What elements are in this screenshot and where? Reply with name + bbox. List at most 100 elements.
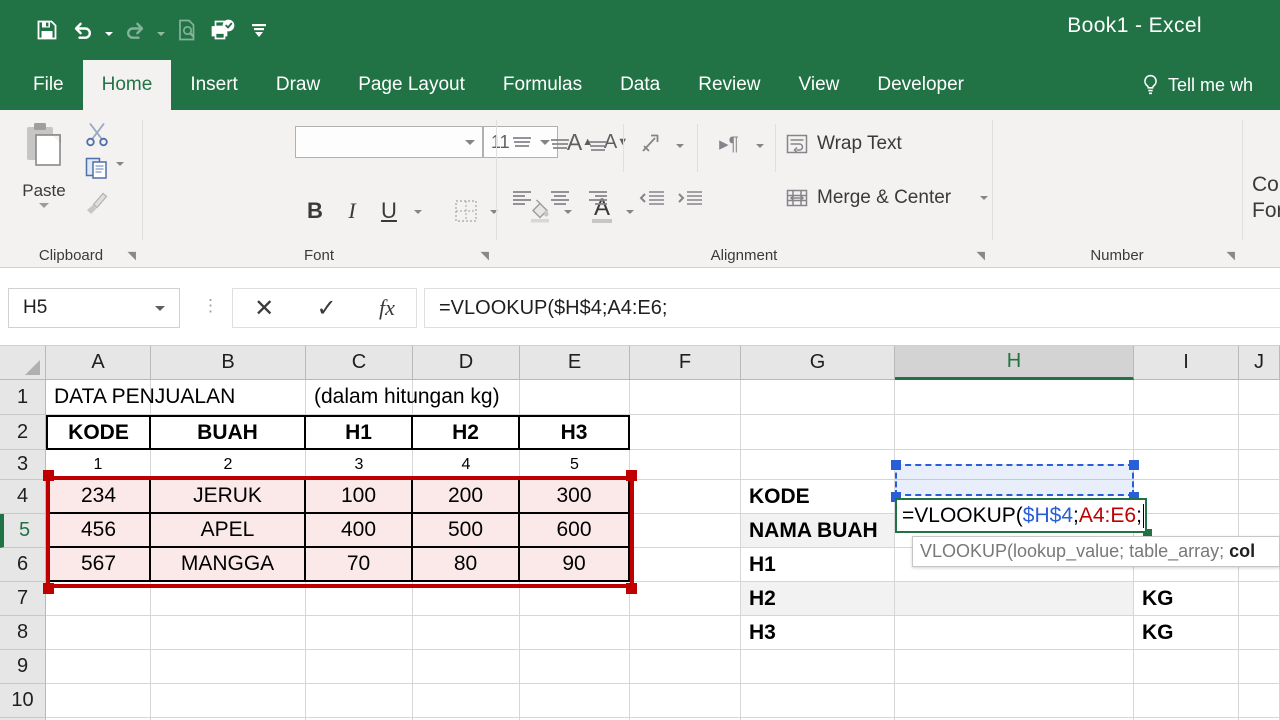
cell-editor-h5[interactable]: =VLOOKUP($H$4; A4:E6; <box>895 498 1147 533</box>
grid-cell[interactable] <box>413 684 520 718</box>
grid-cell[interactable] <box>630 650 741 684</box>
grid-cell[interactable] <box>1239 650 1280 684</box>
cell-a5[interactable]: 456 <box>46 514 151 548</box>
undo-icon[interactable] <box>66 10 100 50</box>
column-header-c[interactable]: C <box>306 346 413 380</box>
cell-c5[interactable]: 400 <box>306 514 413 548</box>
cell-e6[interactable]: 90 <box>520 548 630 582</box>
column-header-e[interactable]: E <box>520 346 630 380</box>
cell-b4[interactable]: JERUK <box>151 480 306 514</box>
column-header-j[interactable]: J <box>1239 346 1280 380</box>
cell-d2[interactable]: H2 <box>413 415 520 450</box>
grid-cell[interactable] <box>306 684 413 718</box>
enter-formula-icon[interactable]: ✓ <box>317 294 337 323</box>
cell-e4[interactable]: 300 <box>520 480 630 514</box>
quick-print-icon[interactable] <box>206 10 240 50</box>
cell-i8[interactable]: KG <box>1134 616 1239 650</box>
marquee-handle-bl[interactable] <box>43 583 54 594</box>
copy-dropdown-caret-icon[interactable] <box>116 162 124 166</box>
font-name-input[interactable] <box>295 126 483 158</box>
select-all-corner[interactable] <box>0 346 46 380</box>
grid-cell[interactable] <box>46 616 151 650</box>
grid-cell[interactable] <box>1239 480 1280 514</box>
orientation-button[interactable] <box>635 130 669 158</box>
reference-handle-tl[interactable] <box>891 460 901 470</box>
increase-indent-button[interactable] <box>673 184 707 212</box>
grid-cell[interactable] <box>1239 380 1280 415</box>
align-bottom-button[interactable] <box>581 130 615 158</box>
bold-button[interactable]: B <box>301 196 329 226</box>
grid-cell[interactable] <box>1134 684 1239 718</box>
marquee-handle-tr[interactable] <box>626 470 637 481</box>
cell-d5[interactable]: 500 <box>413 514 520 548</box>
grid-cell[interactable] <box>741 684 895 718</box>
cell-a1[interactable]: DATA PENJUALAN <box>46 380 306 415</box>
text-direction-button[interactable]: ▸¶ <box>709 130 749 158</box>
grid-cell[interactable] <box>1239 684 1280 718</box>
row-header-10[interactable]: 10 <box>0 684 46 718</box>
column-header-i[interactable]: I <box>1134 346 1239 380</box>
tab-draw[interactable]: Draw <box>257 60 339 110</box>
underline-dropdown-caret-icon[interactable] <box>411 205 425 219</box>
grid-cell[interactable] <box>413 616 520 650</box>
cell-d6[interactable]: 80 <box>413 548 520 582</box>
number-dialog-launcher[interactable]: ◥ <box>1227 249 1235 262</box>
grid-cell[interactable] <box>520 650 630 684</box>
grid-cell[interactable] <box>630 514 741 548</box>
tab-formulas[interactable]: Formulas <box>484 60 601 110</box>
grid-cell[interactable] <box>895 415 1134 450</box>
grid-cell[interactable] <box>1134 480 1239 514</box>
orientation-caret-icon[interactable] <box>673 139 687 153</box>
grid-cell[interactable] <box>46 582 151 616</box>
row-header-5[interactable]: 5 <box>0 514 46 548</box>
grid-cell[interactable] <box>306 582 413 616</box>
grid-cell[interactable] <box>630 380 741 415</box>
name-box-caret-icon[interactable] <box>155 306 165 311</box>
paste-dropdown-caret-icon[interactable] <box>39 203 49 208</box>
grid-cell[interactable] <box>895 650 1134 684</box>
grid-cell[interactable] <box>630 684 741 718</box>
customize-qat-icon[interactable] <box>242 10 276 50</box>
row-header-7[interactable]: 7 <box>0 582 46 616</box>
grid-cell[interactable] <box>630 415 741 450</box>
grid-cell[interactable] <box>46 650 151 684</box>
tab-review[interactable]: Review <box>679 60 779 110</box>
insert-function-icon[interactable]: fx <box>379 295 395 321</box>
format-painter-button[interactable] <box>80 186 114 218</box>
grid-cell[interactable] <box>413 650 520 684</box>
font-name-caret-icon[interactable] <box>465 140 475 145</box>
alignment-dialog-launcher[interactable]: ◥ <box>977 249 985 262</box>
copy-button[interactable] <box>80 152 114 184</box>
cell-e3[interactable]: 5 <box>520 450 630 480</box>
grid-cell[interactable] <box>1134 450 1239 480</box>
tab-page-layout[interactable]: Page Layout <box>339 60 484 110</box>
grid-cell[interactable] <box>1239 582 1280 616</box>
grid-cell[interactable] <box>895 616 1134 650</box>
column-header-b[interactable]: B <box>151 346 306 380</box>
row-header-3[interactable]: 3 <box>0 450 46 480</box>
grid-cell[interactable] <box>895 684 1134 718</box>
grid-cell[interactable] <box>1239 450 1280 480</box>
grid-cell[interactable] <box>520 684 630 718</box>
grid-cell[interactable] <box>630 450 741 480</box>
cell-a3[interactable]: 1 <box>46 450 151 480</box>
reference-handle-tr[interactable] <box>1129 460 1139 470</box>
marquee-handle-tl[interactable] <box>43 470 54 481</box>
cell-g7[interactable]: H2 <box>741 582 895 616</box>
undo-dropdown-caret-icon[interactable] <box>102 10 116 50</box>
tab-developer[interactable]: Developer <box>858 60 983 110</box>
tab-data[interactable]: Data <box>601 60 679 110</box>
cell-b5[interactable]: APEL <box>151 514 306 548</box>
cell-b3[interactable]: 2 <box>151 450 306 480</box>
grid-cell[interactable] <box>151 582 306 616</box>
grid-cell[interactable] <box>520 616 630 650</box>
print-preview-icon[interactable] <box>170 10 204 50</box>
cell-d3[interactable]: 4 <box>413 450 520 480</box>
row-header-1[interactable]: 1 <box>0 380 46 415</box>
save-icon[interactable] <box>30 10 64 50</box>
grid-cell[interactable] <box>1239 415 1280 450</box>
cell-i7[interactable]: KG <box>1134 582 1239 616</box>
grid-cell[interactable] <box>1134 380 1239 415</box>
column-header-a[interactable]: A <box>46 346 151 380</box>
grid-cell[interactable] <box>306 650 413 684</box>
